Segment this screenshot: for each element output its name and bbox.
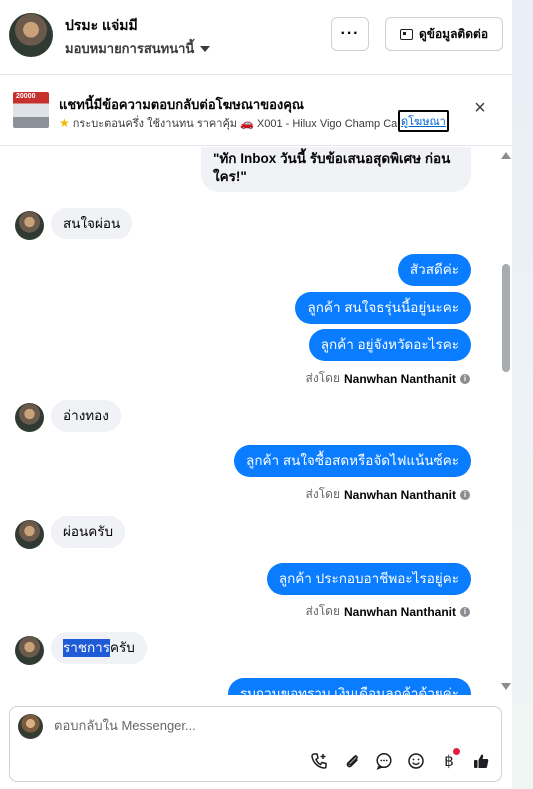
- info-icon[interactable]: i: [460, 373, 470, 384]
- conversation-header: ปรมะ แจ่มมี มอบหมายการสนทนานี้ ··· ดูข้อ…: [0, 0, 512, 75]
- message-text: ครับ: [110, 640, 135, 655]
- sent-by-label: ส่งโดย Nanwhan Nanthanit i: [306, 369, 470, 388]
- chat-bubble-icon[interactable]: [373, 750, 395, 772]
- ad-quote-bubble: "ทัก Inbox วันนี้ รับข้อเสนอสุดพิเศษ ก่อ…: [201, 147, 471, 192]
- sent-by-name: Nanwhan Nanthanit: [343, 487, 456, 502]
- view-ad-link[interactable]: ดูโฆษณา: [398, 110, 449, 132]
- outgoing-message: ลูกค้า ประกอบอาชีพอะไรอยู่คะ: [266, 563, 471, 595]
- thread-scrollbar[interactable]: [499, 149, 512, 695]
- emoji-icon[interactable]: [405, 750, 427, 772]
- incoming-message: อ่างทอง: [51, 400, 121, 432]
- contact-avatar-small: [15, 211, 44, 240]
- outgoing-message: ลูกค้า สนใจธรุ่นนี้อยู่นะคะ: [295, 292, 471, 324]
- assign-conversation-dropdown[interactable]: มอบหมายการสนทนานี้: [65, 38, 211, 59]
- ad-description-row: ★ กระบะตอนครึ่ง ใช้งานทน ราคาคุ้ม 🚗 X001…: [59, 114, 449, 132]
- contact-name[interactable]: ปรมะ แจ่มมี: [65, 15, 138, 37]
- notification-dot: [453, 748, 460, 755]
- view-contact-info-label: ดูข้อมูลติดต่อ: [418, 26, 489, 41]
- incoming-message: ราชการ ครับ: [51, 632, 147, 664]
- scroll-up-arrow-icon[interactable]: [501, 152, 511, 159]
- conversation-panel: ปรมะ แจ่มมี มอบหมายการสนทนานี้ ··· ดูข้อ…: [0, 0, 512, 789]
- incoming-message: สนใจผ่อน: [51, 208, 133, 239]
- sent-by-name: Nanwhan Nanthanit: [343, 604, 456, 619]
- sent-by-name: Nanwhan Nanthanit: [343, 371, 456, 386]
- outgoing-message: ลูกค้า อยู่จังหวัดอะไรคะ: [308, 329, 471, 361]
- ad-quote-line-2: ใคร!": [213, 168, 247, 184]
- paperclip-icon[interactable]: [341, 750, 363, 772]
- page-avatar: [18, 714, 43, 739]
- outgoing-message: สัวสดีค่ะ: [397, 254, 471, 286]
- selected-text: ราชการ: [63, 639, 110, 657]
- sent-by-prefix: ส่งโดย: [305, 487, 340, 501]
- sent-by-prefix: ส่งโดย: [305, 604, 340, 618]
- reply-input[interactable]: [54, 718, 474, 733]
- message-thread[interactable]: "ทัก Inbox วันนี้ รับข้อเสนอสุดพิเศษ ก่อ…: [0, 147, 500, 695]
- more-dots-icon: ···: [340, 25, 360, 42]
- close-icon[interactable]: ×: [471, 98, 489, 118]
- ad-thumbnail-price: 20000: [16, 93, 36, 100]
- assign-conversation-label: มอบหมายการสนทนานี้: [65, 41, 195, 56]
- scrollbar-thumb[interactable]: [502, 264, 510, 372]
- contact-avatar-small: [15, 520, 44, 549]
- more-options-button[interactable]: ···: [331, 17, 369, 51]
- thumbs-up-icon[interactable]: [470, 750, 492, 772]
- contact-card-icon: [399, 28, 413, 40]
- sent-by-label: ส่งโดย Nanwhan Nanthanit i: [306, 602, 470, 621]
- baht-icon[interactable]: ฿: [438, 748, 460, 772]
- ad-description: กระบะตอนครึ่ง ใช้งานทน ราคาคุ้ม 🚗 X001 -…: [72, 118, 413, 130]
- ad-thumbnail[interactable]: 20000: [13, 92, 49, 128]
- sent-by-prefix: ส่งโดย: [305, 371, 340, 385]
- contact-avatar[interactable]: [9, 13, 53, 57]
- outgoing-message: ลูกค้า สนใจซื้อสดหรือจัดไฟแน้นซ์คะ: [234, 445, 471, 477]
- caret-down-icon: [200, 45, 211, 52]
- ad-quote-line-1: "ทัก Inbox วันนี้ รับข้อเสนอสุดพิเศษ ก่อ…: [213, 150, 451, 166]
- view-contact-info-button[interactable]: ดูข้อมูลติดต่อ: [385, 17, 503, 51]
- outgoing-message: รบกวนขอทราบ เงินเดือนลูกค้าด้วยค่ะ: [228, 678, 471, 695]
- scroll-down-arrow-icon[interactable]: [501, 683, 511, 690]
- info-icon[interactable]: i: [460, 489, 470, 500]
- reply-composer: ฿: [9, 706, 502, 782]
- background-strip: [512, 0, 533, 789]
- contact-avatar-small: [15, 403, 44, 432]
- incoming-message: ผ่อนครับ: [51, 516, 126, 548]
- sent-by-label: ส่งโดย Nanwhan Nanthanit i: [306, 485, 470, 504]
- star-icon: ★: [59, 116, 70, 130]
- call-add-icon[interactable]: [308, 750, 330, 772]
- ad-reply-banner: 20000 แชทนี้มีข้อความตอบกลับต่อโฆษณาของค…: [0, 76, 512, 146]
- info-icon[interactable]: i: [460, 606, 470, 617]
- contact-avatar-small: [15, 636, 44, 665]
- ad-banner-title: แชทนี้มีข้อความตอบกลับต่อโฆษณาของคุณ: [59, 97, 304, 112]
